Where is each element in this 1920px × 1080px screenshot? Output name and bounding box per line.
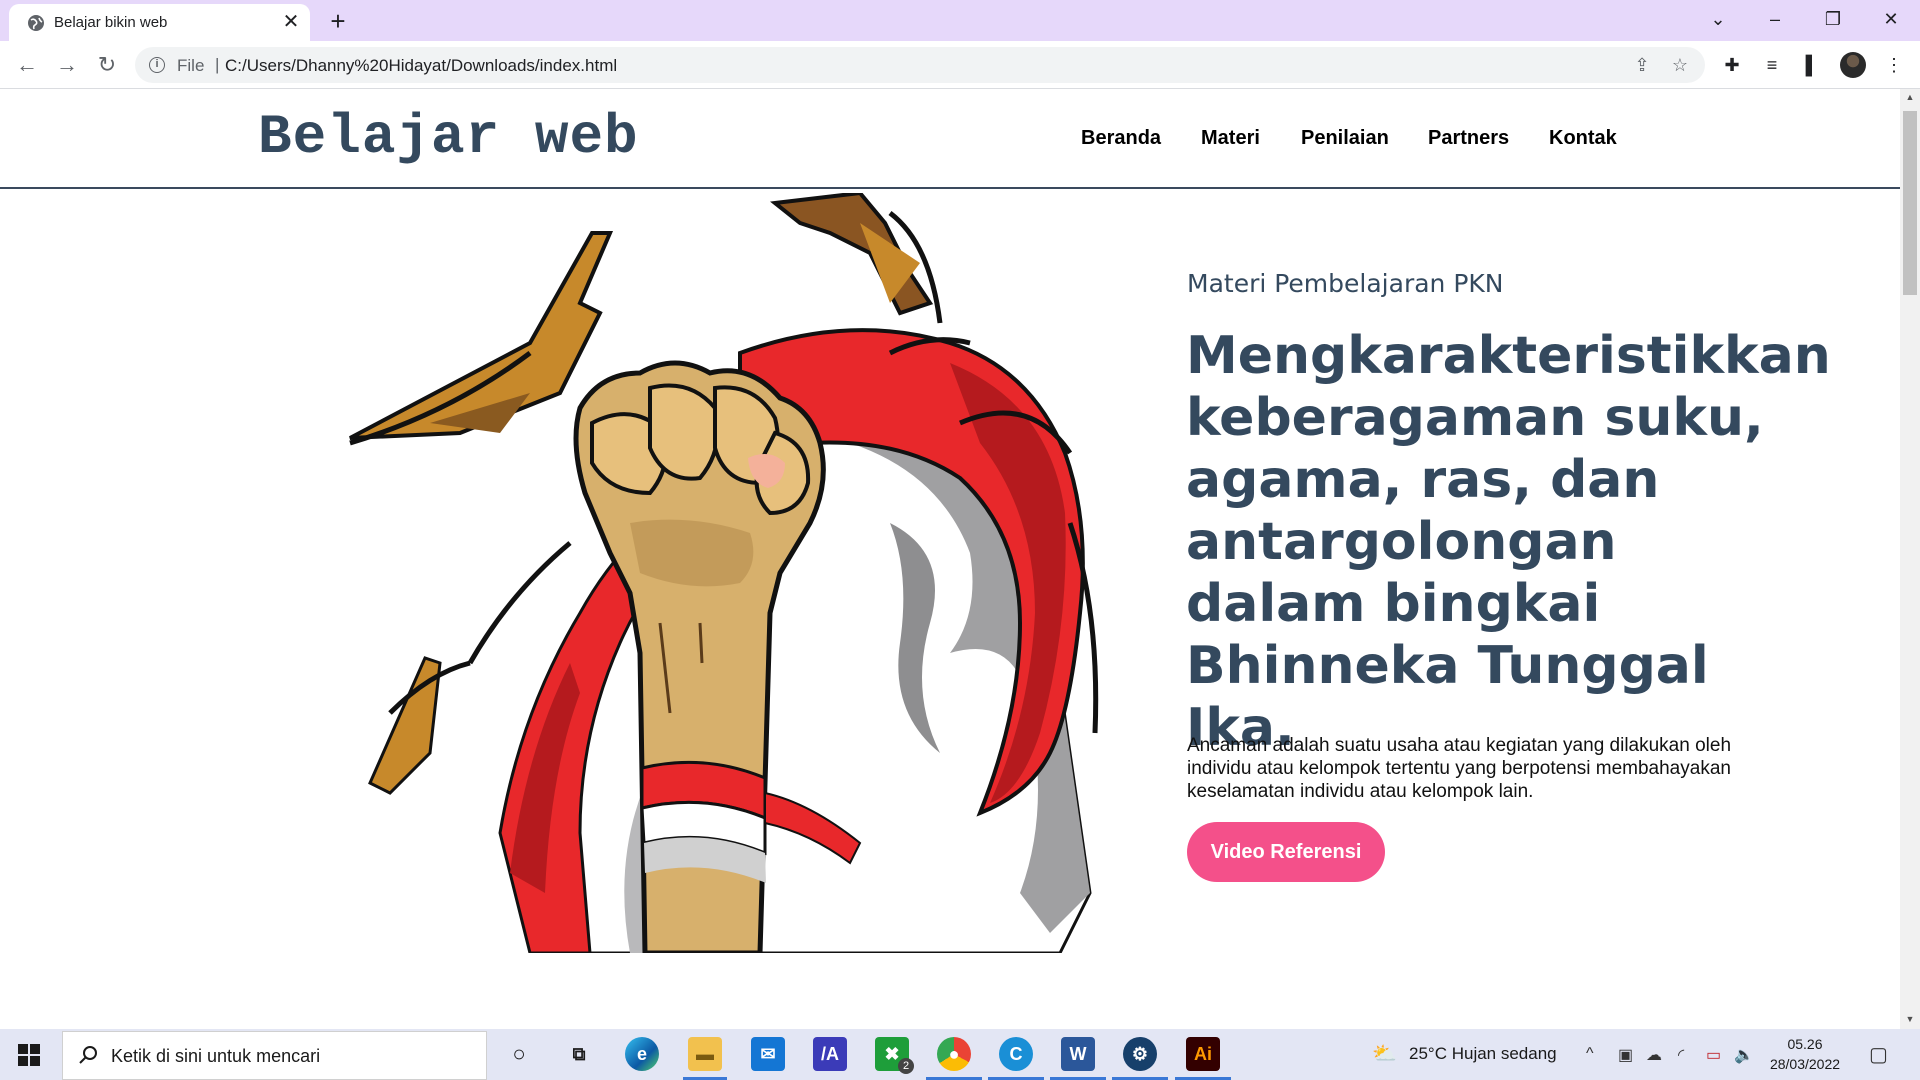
weather-text[interactable]: 25°C Hujan sedang (1409, 1044, 1557, 1064)
task-view-icon[interactable]: ⧉ (562, 1037, 596, 1071)
nav-link-materi[interactable]: Materi (1201, 127, 1260, 150)
scroll-thumb[interactable] (1903, 111, 1917, 295)
page-viewport: Belajar web Beranda Materi Penilaian Par… (0, 89, 1900, 1029)
url-text[interactable]: C:/Users/Dhanny%20Hidayat/Downloads/inde… (225, 56, 617, 76)
hero-illustration (349, 193, 1099, 953)
site-info-icon[interactable]: i (149, 57, 165, 73)
illustrator-icon[interactable]: Ai (1186, 1037, 1220, 1071)
tab-close-icon[interactable]: ✕ (279, 10, 303, 34)
scroll-up-arrow-icon[interactable]: ▲ (1900, 89, 1920, 105)
cisco-webex-icon[interactable]: C (999, 1037, 1033, 1071)
xbox-badge: 2 (898, 1058, 914, 1074)
side-panel-icon[interactable]: ▌ (1800, 53, 1824, 77)
vscode-icon[interactable]: /A (813, 1037, 847, 1071)
cortana-icon[interactable]: ○ (502, 1037, 536, 1071)
hero-description: Ancaman adalah suatu usaha atau kegiatan… (1187, 735, 1732, 802)
chevron-up-icon[interactable]: ^ (1586, 1045, 1594, 1063)
taskbar-search-box[interactable]: Ketik di sini untuk mencari (62, 1031, 487, 1080)
onedrive-cloud-icon[interactable]: ☁ (1646, 1045, 1662, 1065)
menu-kebab-icon[interactable]: ⋮ (1882, 53, 1906, 77)
forward-arrow-icon[interactable]: → (52, 50, 82, 80)
weather-icon[interactable]: ⛅ (1372, 1041, 1397, 1066)
wifi-icon[interactable]: ◜ (1678, 1045, 1684, 1065)
url-scheme: File (177, 56, 205, 75)
system-clock[interactable]: 05.26 28/03/2022 (1766, 1034, 1844, 1074)
nav-link-penilaian[interactable]: Penilaian (1301, 127, 1389, 150)
tab-search-icon[interactable]: ⌄ (1695, 0, 1741, 40)
nav-link-kontak[interactable]: Kontak (1549, 127, 1617, 150)
clock-time: 05.26 (1787, 1036, 1823, 1052)
restore-button[interactable]: ❐ (1810, 0, 1856, 40)
meet-now-icon[interactable]: ▣ (1618, 1045, 1633, 1065)
nav-link-beranda[interactable]: Beranda (1081, 127, 1161, 150)
chrome-icon[interactable]: ● (937, 1037, 971, 1071)
word-icon[interactable]: W (1061, 1037, 1095, 1071)
steam-icon[interactable]: ⚙ (1123, 1037, 1157, 1071)
back-arrow-icon[interactable]: ← (12, 50, 42, 80)
windows-taskbar: Ketik di sini untuk mencari ○ ⧉ e ▬ ✉ /A… (0, 1029, 1920, 1080)
hero-headline: Mengkarakteristikkan keberagaman suku, a… (1186, 326, 1831, 758)
scroll-down-arrow-icon[interactable]: ▼ (1900, 1011, 1920, 1027)
site-header: Belajar web Beranda Materi Penilaian Par… (0, 89, 1900, 189)
globe-icon (28, 15, 44, 31)
edge-icon[interactable]: e (625, 1037, 659, 1071)
volume-icon[interactable]: 🔈 (1734, 1045, 1754, 1065)
notification-center-icon[interactable]: ▢ (1869, 1042, 1888, 1067)
tab-strip: Belajar bikin web ✕ + ⌄ – ❐ ✕ (0, 0, 1920, 41)
page-scrollbar[interactable]: ▲ ▼ (1900, 89, 1920, 1029)
profile-avatar[interactable] (1840, 52, 1866, 78)
taskbar-search-placeholder: Ketik di sini untuk mencari (111, 1046, 321, 1066)
share-icon[interactable]: ⇪ (1631, 54, 1653, 76)
url-separator: | (215, 55, 220, 74)
close-window-button[interactable]: ✕ (1868, 0, 1914, 40)
clock-date: 28/03/2022 (1769, 1056, 1841, 1072)
reload-icon[interactable]: ↻ (92, 50, 122, 80)
hero-subtitle: Materi Pembelajaran PKN (1187, 269, 1504, 298)
battery-icon[interactable]: ▭ (1706, 1045, 1721, 1065)
address-bar[interactable]: i File | C:/Users/Dhanny%20Hidayat/Downl… (135, 47, 1705, 83)
bookmark-star-icon[interactable]: ☆ (1669, 54, 1691, 76)
browser-toolbar: ← → ↻ i File | C:/Users/Dhanny%20Hidayat… (0, 41, 1920, 89)
windows-start-icon[interactable] (18, 1044, 40, 1066)
site-logo[interactable]: Belajar web (258, 105, 639, 169)
search-icon (79, 1046, 97, 1064)
browser-tab[interactable]: Belajar bikin web ✕ (9, 4, 310, 41)
media-control-icon[interactable]: ≡ (1760, 53, 1784, 77)
new-tab-button[interactable]: + (322, 6, 354, 38)
nav-link-partners[interactable]: Partners (1428, 127, 1509, 150)
tab-title: Belajar bikin web (54, 14, 168, 31)
extensions-icon[interactable]: ✚ (1720, 53, 1744, 77)
video-reference-button[interactable]: Video Referensi (1187, 822, 1385, 882)
file-explorer-icon[interactable]: ▬ (688, 1037, 722, 1071)
mail-icon[interactable]: ✉ (751, 1037, 785, 1071)
minimize-button[interactable]: – (1752, 0, 1798, 40)
